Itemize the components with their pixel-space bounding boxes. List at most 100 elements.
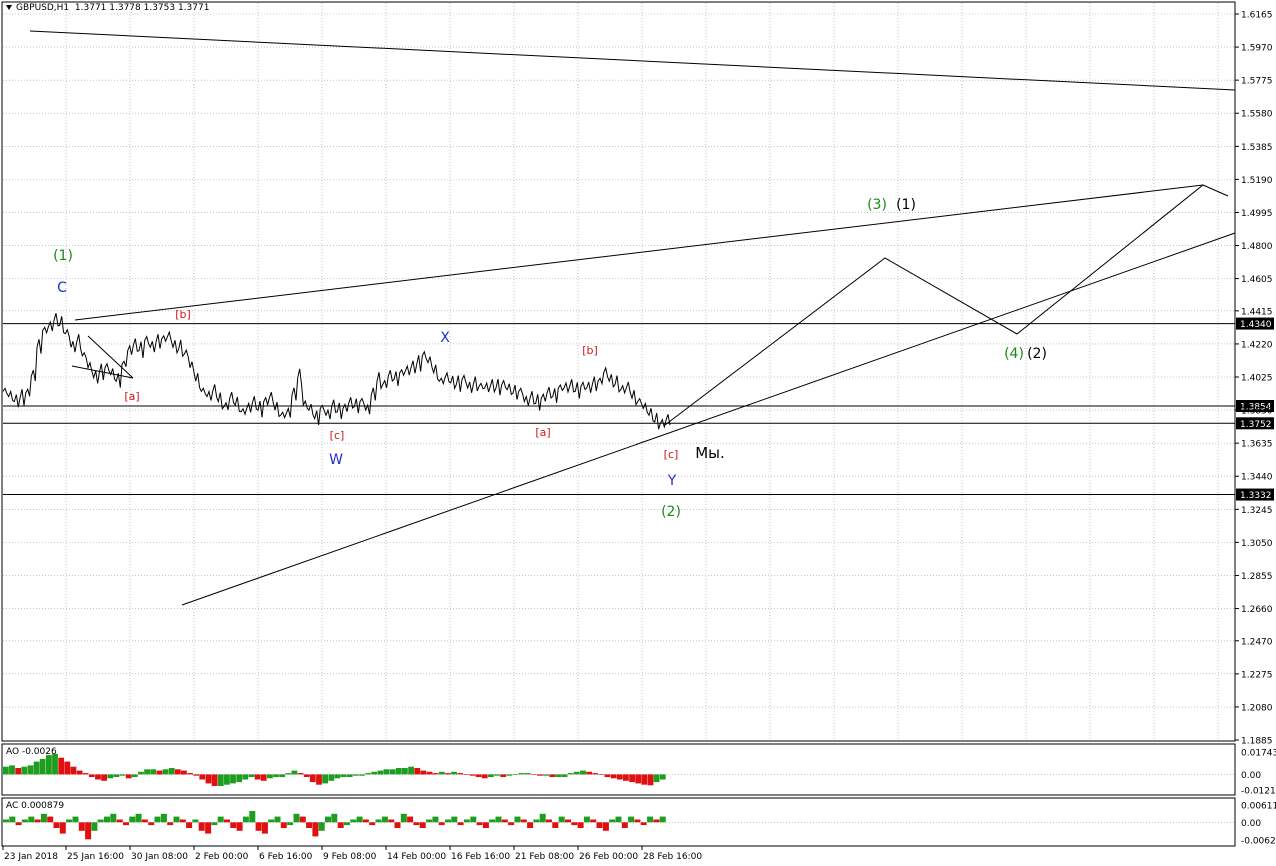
hist-bar — [303, 774, 310, 777]
time-tick-label: 26 Feb 00:00 — [579, 852, 638, 862]
hist-bar — [261, 822, 268, 834]
hist-bar — [350, 819, 357, 823]
hist-bar — [274, 816, 281, 823]
hist-bar — [248, 774, 255, 777]
wave-label: (4) — [1004, 346, 1024, 362]
hist-bar — [279, 774, 286, 777]
hist-bar — [193, 774, 200, 776]
hist-bar — [635, 774, 642, 784]
hist-bar — [58, 757, 65, 775]
time-tick-label: 6 Feb 16:00 — [259, 852, 313, 862]
hist-bar — [148, 822, 155, 826]
hist-bar — [162, 769, 169, 775]
hist-bar — [287, 822, 294, 826]
hist-bar — [438, 822, 445, 826]
hist-bar — [291, 770, 298, 775]
ao-panel[interactable] — [1, 743, 1236, 796]
hist-bar — [211, 774, 218, 786]
hist-bar — [476, 822, 483, 826]
hist-bar — [156, 770, 163, 775]
hist-bar — [438, 771, 445, 775]
hist-bar — [167, 822, 174, 826]
hist-bar — [394, 822, 401, 828]
time-tick-label: 14 Feb 00:00 — [387, 852, 446, 862]
hist-bar — [537, 774, 543, 776]
hist-bar — [224, 819, 230, 823]
price-tick-label: 1.2660 — [1241, 605, 1273, 615]
symbol-label: GBPUSD,H1 — [16, 3, 70, 13]
hist-bar — [78, 822, 85, 831]
level-label: 1.3752 — [1240, 420, 1272, 430]
price-tick-label: 1.1885 — [1241, 737, 1273, 747]
hist-bar — [101, 774, 107, 781]
hist-bar — [653, 774, 660, 783]
hist-bar — [653, 819, 660, 823]
hist-bar — [242, 774, 249, 780]
hist-bar — [97, 819, 104, 823]
hist-bar — [179, 819, 186, 823]
hist-bar — [46, 755, 52, 775]
price-panel[interactable] — [1, 1, 1236, 742]
hist-bar — [70, 766, 77, 775]
hist-bar — [451, 771, 457, 775]
hist-bar — [508, 822, 515, 826]
hist-bar — [116, 819, 123, 823]
hist-bar — [641, 774, 648, 785]
hist-bar — [21, 766, 28, 775]
hist-bar — [571, 822, 578, 826]
wave-label: (1) — [896, 197, 916, 213]
price-tick-label: 1.2080 — [1241, 703, 1273, 713]
indicator-tick-label: 0.00 — [1241, 819, 1261, 829]
hist-bar — [495, 816, 502, 823]
level-label: 1.4340 — [1240, 320, 1272, 330]
hist-bar — [586, 771, 592, 775]
hist-bar — [634, 819, 641, 823]
hist-bar — [494, 774, 500, 776]
hist-bar — [199, 774, 206, 780]
trading-chart[interactable]: 1.43401.38541.37521.3332 (1)C[b][a][c]WX… — [0, 0, 1276, 866]
hist-bar — [334, 774, 341, 779]
hist-bar — [543, 774, 549, 776]
wave-label: [a] — [124, 390, 139, 403]
hist-bar — [64, 761, 71, 775]
collapse-triangle-icon[interactable] — [6, 5, 12, 10]
price-tick-label: 1.5385 — [1241, 143, 1273, 153]
hist-bar — [173, 816, 180, 823]
indicator-tick-label: 0.006116 — [1241, 802, 1276, 812]
hist-bar — [616, 774, 623, 780]
hist-bar — [198, 822, 205, 831]
hist-bar — [299, 816, 306, 823]
wave-label: [b] — [175, 308, 191, 321]
hist-bar — [230, 822, 237, 828]
hist-bar — [186, 822, 193, 828]
hist-bar — [621, 822, 628, 828]
time-tick-label: 25 Jan 16:00 — [67, 852, 124, 862]
hist-bar — [389, 769, 396, 775]
hist-bar — [236, 822, 243, 831]
hist-bar — [27, 765, 34, 775]
hist-bar — [482, 822, 489, 828]
hist-bar — [552, 822, 559, 828]
hist-bar — [9, 816, 16, 823]
hist-bar — [293, 813, 300, 823]
hist-bar — [306, 822, 313, 828]
hist-bar — [567, 773, 574, 775]
price-tick-label: 1.3050 — [1241, 539, 1273, 549]
time-axis: 23 Jan 2018 25 Jan 16:00 30 Jan 08:00 2 Feb… — [2, 846, 702, 862]
hist-bar — [590, 819, 597, 823]
hist-bar — [249, 811, 256, 823]
hist-bar — [596, 822, 603, 828]
time-tick-label: 28 Feb 16:00 — [643, 852, 702, 862]
hist-bar — [318, 822, 325, 831]
hist-bar — [224, 774, 230, 785]
hist-bar — [395, 768, 402, 775]
hist-bar — [445, 819, 451, 823]
price-tick-label: 1.5970 — [1241, 44, 1273, 54]
hist-bar — [356, 816, 363, 823]
hist-bar — [337, 822, 344, 828]
hist-bar — [577, 822, 584, 828]
hist-bar — [187, 773, 193, 775]
hist-bar — [340, 774, 347, 777]
hist-bar — [506, 774, 513, 776]
hist-bar — [457, 822, 464, 826]
